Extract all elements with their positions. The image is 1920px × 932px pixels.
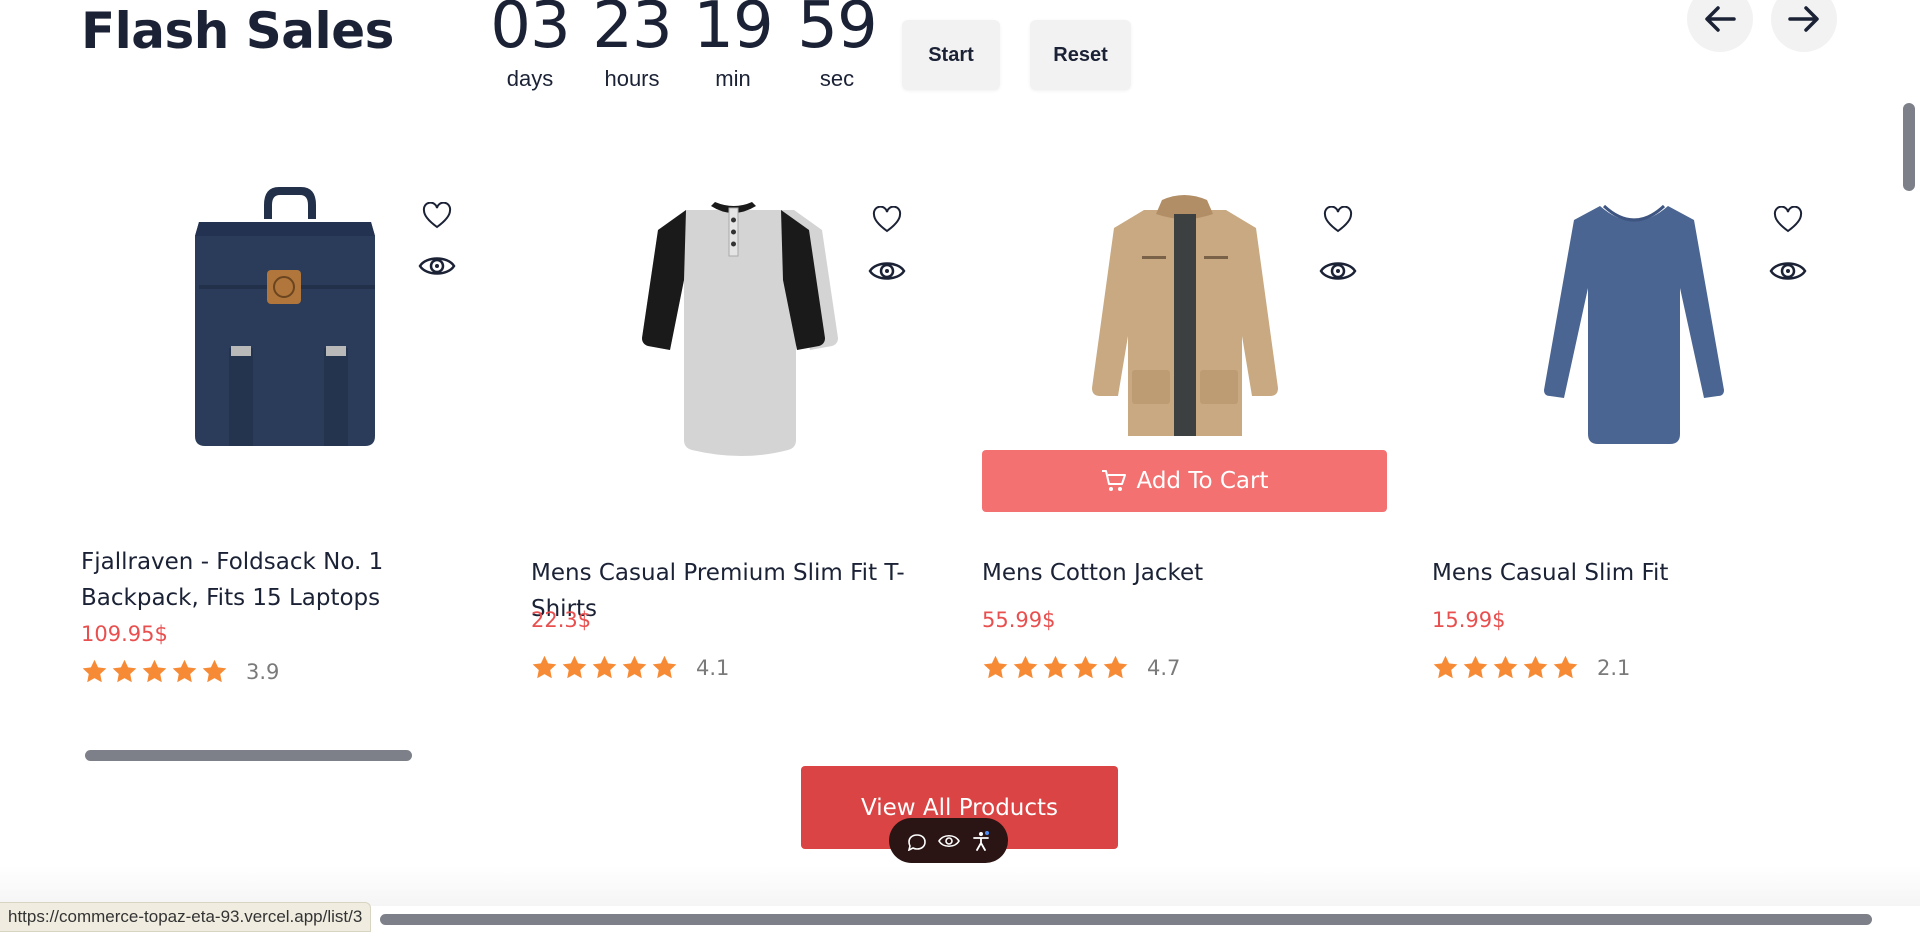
wishlist-button[interactable] — [1770, 202, 1806, 238]
star-icon — [1073, 655, 1098, 679]
rating-stars — [1432, 654, 1579, 681]
rating-stars — [81, 658, 228, 685]
wishlist-button[interactable] — [1320, 202, 1356, 238]
star-icon — [652, 655, 677, 679]
eye-icon — [1769, 262, 1807, 280]
product-card[interactable]: Mens Casual Premium Slim Fit T-Shirts 22… — [531, 170, 941, 710]
bottom-shade — [0, 866, 1920, 906]
rating-stars — [982, 654, 1129, 681]
countdown-seconds-value: 59 — [797, 0, 877, 63]
countdown-hours-value: 23 — [592, 0, 672, 63]
countdown-minutes: 19 min — [693, 0, 773, 92]
product-card[interactable]: Fjallraven - Foldsack No. 1 Backpack, Fi… — [81, 170, 491, 710]
next-arrow-button[interactable] — [1771, 0, 1837, 52]
heart-icon — [1773, 206, 1803, 233]
star-icon — [1523, 655, 1548, 679]
product-price: 55.99$ — [982, 608, 1056, 632]
countdown-days-value: 03 — [490, 0, 570, 63]
product-name[interactable]: Fjallraven - Foldsack No. 1 Backpack, Fi… — [81, 544, 481, 616]
cart-icon — [1101, 470, 1126, 491]
product-rating: 2.1 — [1432, 654, 1630, 681]
star-icon — [1463, 655, 1488, 679]
heart-icon — [422, 202, 452, 229]
product-name[interactable]: Mens Casual Slim Fit — [1432, 555, 1832, 591]
product-price: 15.99$ — [1432, 608, 1506, 632]
product-rating: 3.9 — [81, 658, 279, 685]
star-icon — [1493, 655, 1518, 679]
star-icon — [1013, 655, 1038, 679]
accessibility-icon[interactable] — [971, 830, 991, 851]
star-icon — [562, 655, 587, 679]
rating-value: 2.1 — [1597, 655, 1631, 680]
star-icon — [1043, 655, 1068, 679]
countdown-days: 03 days — [490, 0, 570, 92]
quick-view-button[interactable] — [1318, 251, 1358, 291]
product-rating: 4.7 — [982, 654, 1180, 681]
wishlist-button[interactable] — [869, 202, 905, 238]
arrow-right-icon — [1788, 6, 1819, 32]
star-icon — [112, 659, 137, 683]
star-icon — [592, 655, 617, 679]
vertical-scrollbar[interactable] — [1903, 103, 1915, 191]
rating-value: 3.9 — [246, 659, 280, 684]
eye-icon[interactable] — [937, 833, 960, 849]
add-to-cart-button[interactable]: Add To Cart — [982, 450, 1387, 512]
reset-button[interactable]: Reset — [1030, 20, 1131, 90]
quick-view-button[interactable] — [867, 251, 907, 291]
heart-icon — [1323, 206, 1353, 233]
previous-arrow-button[interactable] — [1687, 0, 1753, 52]
floating-toolbar — [889, 818, 1008, 863]
arrow-left-icon — [1705, 6, 1736, 32]
star-icon — [983, 655, 1008, 679]
quick-view-button[interactable] — [1768, 251, 1808, 291]
star-icon — [142, 659, 167, 683]
product-price: 109.95$ — [81, 622, 168, 646]
quick-view-button[interactable] — [417, 246, 457, 286]
countdown-minutes-label: min — [715, 66, 751, 91]
product-price: 22.3$ — [531, 608, 592, 632]
countdown-minutes-value: 19 — [693, 0, 773, 63]
start-button[interactable]: Start — [902, 20, 1000, 90]
eye-icon — [418, 257, 456, 275]
page-title: Flash Sales — [81, 2, 394, 60]
page-horizontal-scrollbar[interactable] — [380, 914, 1872, 925]
product-rating: 4.1 — [531, 654, 729, 681]
add-to-cart-label: Add To Cart — [1136, 468, 1269, 494]
wishlist-button[interactable] — [419, 198, 455, 234]
countdown-seconds-label: sec — [819, 66, 855, 91]
countdown-hours-label: hours — [604, 66, 660, 91]
star-icon — [202, 659, 227, 683]
star-icon — [172, 659, 197, 683]
chat-icon[interactable] — [907, 831, 927, 851]
star-icon — [1553, 655, 1578, 679]
star-icon — [1433, 655, 1458, 679]
product-card[interactable]: Mens Casual Slim Fit 15.99$ 2.1 — [1432, 170, 1842, 710]
star-icon — [1103, 655, 1128, 679]
countdown-seconds: 59 sec — [797, 0, 877, 92]
eye-icon — [868, 262, 906, 280]
carousel-scrollbar[interactable] — [85, 750, 412, 761]
star-icon — [532, 655, 557, 679]
star-icon — [82, 659, 107, 683]
heart-icon — [872, 206, 902, 233]
eye-icon — [1319, 262, 1357, 280]
product-name[interactable]: Mens Cotton Jacket — [982, 555, 1382, 591]
status-bar-url: https://commerce-topaz-eta-93.vercel.app… — [0, 902, 372, 932]
rating-value: 4.1 — [696, 655, 730, 680]
rating-stars — [531, 654, 678, 681]
countdown-hours: 23 hours — [592, 0, 672, 92]
star-icon — [622, 655, 647, 679]
countdown-days-label: days — [506, 66, 554, 91]
product-card[interactable]: Mens Cotton Jacket 55.99$ 4.7 — [982, 170, 1392, 710]
rating-value: 4.7 — [1147, 655, 1181, 680]
